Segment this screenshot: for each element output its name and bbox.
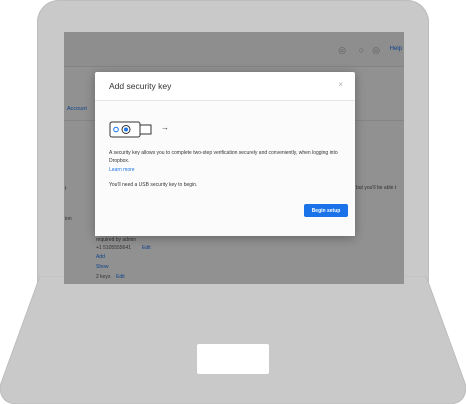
close-icon[interactable]: × [338,80,343,89]
dialog-description: A security key allows you to complete tw… [109,150,338,164]
laptop-screen: ◎ ○ ◎ Help Account t ion but you'll be a… [64,32,404,284]
dialog-body: → A security key allows you to complete … [95,101,355,236]
trackpad [197,344,269,374]
begin-setup-button[interactable]: Begin setup [304,204,348,217]
add-security-key-dialog: Add security key × → A security key allo… [95,72,355,236]
usb-key-icon [109,121,152,138]
learn-more-link[interactable]: Learn more [109,167,135,173]
dialog-title: Add security key [109,81,172,91]
usb-requirement-note: You'll need a USB security key to begin. [109,182,198,188]
dialog-header: Add security key × [95,72,355,101]
laptop-base [0,276,466,404]
arrow-right-icon: → [161,123,169,132]
